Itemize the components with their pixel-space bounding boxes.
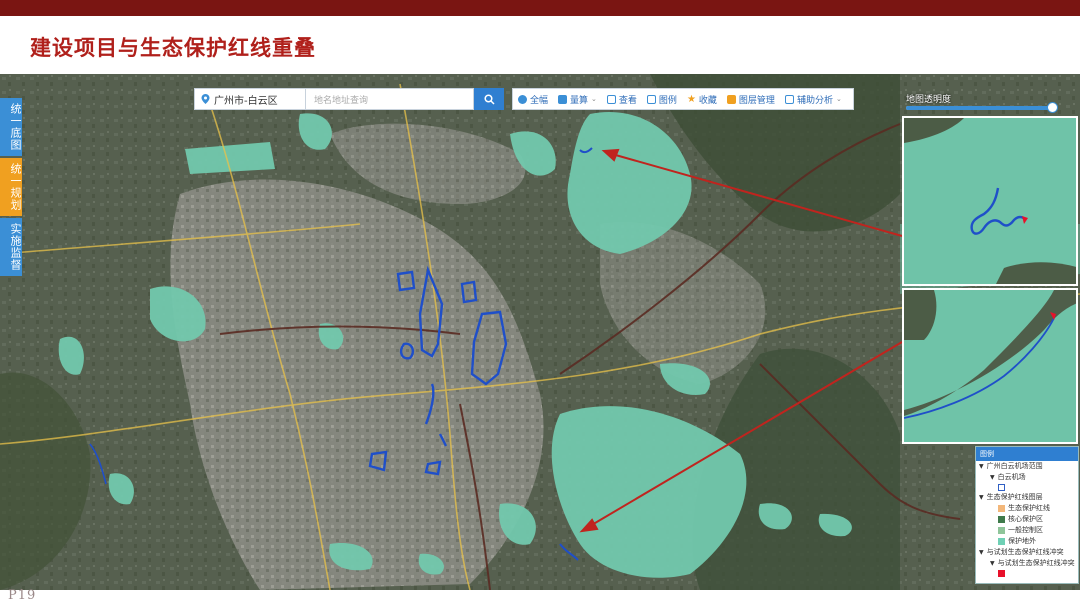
map-legend: 图例 ▼ 广州白云机场范围 ▼ 白云机场 ▼ 生态保护红线图层 生态保护红线 核心保护… xyxy=(975,446,1079,584)
map-tools-toolbar: 全幅 量算 ⌄ 查看 图例 ★ 收藏 图层管理 辅助分析 ⌄ xyxy=(512,88,854,110)
opacity-slider-fill xyxy=(906,106,1053,110)
region-label: 广州市-白云区 xyxy=(214,95,278,107)
slide-title: 建设项目与生态保护红线重叠 xyxy=(30,36,316,60)
legend-row[interactable]: ▼ 广州白云机场范围 xyxy=(976,461,1078,472)
legend-row[interactable]: ▼ 生态保护红线图层 xyxy=(976,492,1078,503)
opacity-control: 地图透明度 xyxy=(902,86,1070,116)
tab-unified-basemap[interactable]: 统一底图 xyxy=(0,98,22,156)
view-icon xyxy=(606,94,616,104)
region-selector[interactable]: 广州市-白云区 xyxy=(194,88,306,110)
tool-favorite[interactable]: ★ 收藏 xyxy=(682,93,722,106)
outside-zone-swatch xyxy=(998,538,1005,545)
sidebar: 统一底图 统一规划 实施监督 xyxy=(0,98,22,278)
legend-row[interactable]: ▼ 与试划生态保护红线冲突 xyxy=(976,547,1078,558)
chevron-down-icon: ⌄ xyxy=(835,95,842,103)
airport-swatch xyxy=(998,484,1005,491)
legend-row: 核心保护区 xyxy=(976,514,1078,525)
globe-icon xyxy=(518,94,527,104)
inset-map-south xyxy=(904,290,1076,442)
map-pin-icon xyxy=(201,94,210,104)
conflict-swatch xyxy=(998,570,1005,577)
legend-row: 保护地外 xyxy=(976,536,1078,547)
zoom-inset-north xyxy=(902,116,1078,286)
tab-implementation-supervision[interactable]: 实施监督 xyxy=(0,218,22,276)
tool-measure[interactable]: 量算 ⌄ xyxy=(553,93,602,106)
search-button[interactable] xyxy=(474,88,504,110)
legend-row[interactable]: ▼ 白云机场 xyxy=(976,472,1078,483)
legend-row xyxy=(976,483,1078,492)
chevron-down-icon: ⌄ xyxy=(591,95,597,103)
tool-legend[interactable]: 图例 xyxy=(642,93,682,106)
tool-full-extent[interactable]: 全幅 xyxy=(513,93,553,106)
ruler-icon xyxy=(558,94,568,104)
legend-title: 图例 xyxy=(976,447,1078,461)
search-input[interactable]: 地名地址查询 xyxy=(306,88,474,110)
legend-row xyxy=(976,569,1078,578)
tab-unified-planning[interactable]: 统一规划 xyxy=(0,158,22,216)
redline-swatch xyxy=(998,505,1005,512)
legend-row[interactable]: ▼ 与试划生态保护红线冲突 xyxy=(976,558,1078,569)
legend-icon xyxy=(646,94,656,104)
search-icon xyxy=(483,93,495,105)
legend-row: 一般控制区 xyxy=(976,525,1078,536)
tool-view[interactable]: 查看 xyxy=(602,93,642,106)
search-toolbar: 广州市-白云区 地名地址查询 xyxy=(194,88,504,110)
legend-row: 生态保护红线 xyxy=(976,503,1078,514)
opacity-label: 地图透明度 xyxy=(906,95,952,105)
zoom-inset-south xyxy=(902,288,1078,444)
header-band xyxy=(0,0,1080,16)
tool-layer-manager[interactable]: 图层管理 xyxy=(722,93,780,106)
layers-icon xyxy=(726,94,736,104)
opacity-slider-handle[interactable] xyxy=(1047,102,1058,113)
core-zone-swatch xyxy=(998,516,1005,523)
star-icon: ★ xyxy=(686,93,696,105)
tool-analysis[interactable]: 辅助分析 ⌄ xyxy=(780,93,847,106)
analysis-icon xyxy=(784,94,794,104)
inset-map-north xyxy=(904,118,1076,284)
general-zone-swatch xyxy=(998,527,1005,534)
page-number: P19 xyxy=(8,588,37,603)
opacity-slider[interactable] xyxy=(906,102,1058,113)
